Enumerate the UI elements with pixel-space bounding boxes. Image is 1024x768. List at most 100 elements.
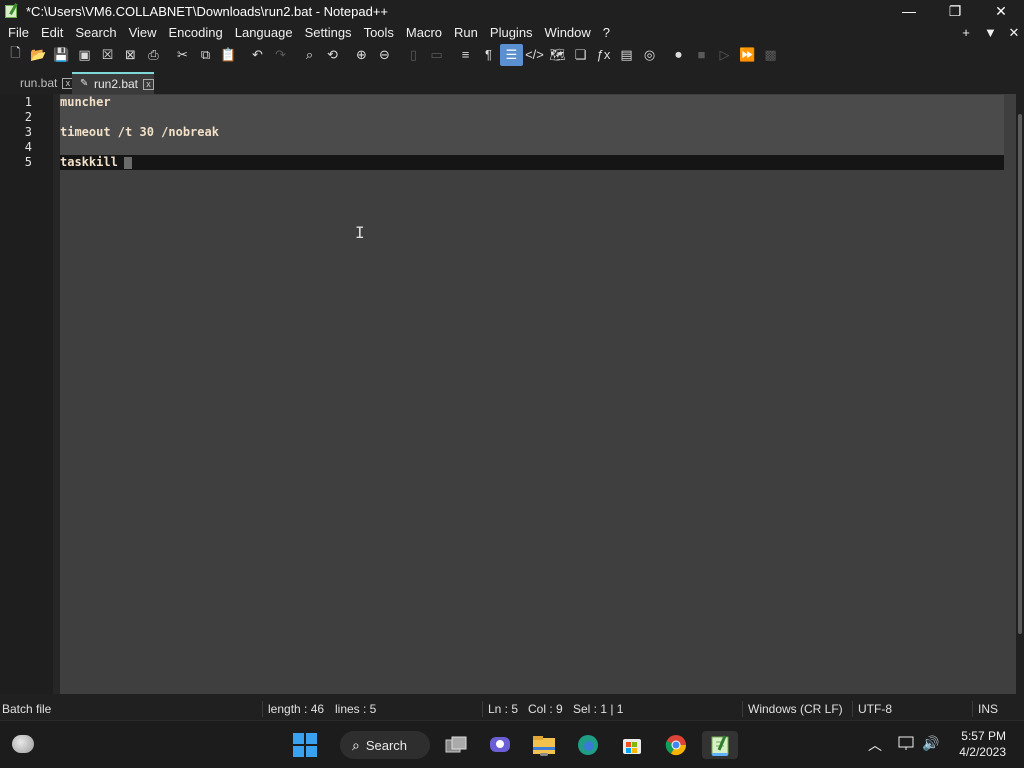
text-area[interactable]: muncher timeout /t 30 /nobreak taskkill [60,94,1004,694]
show-all-chars-icon[interactable]: ¶ [477,44,500,66]
menu-window[interactable]: Window [539,22,597,43]
pencil-icon: ✎ [80,78,89,89]
scroll-thumb[interactable] [1018,114,1022,634]
zoom-out-icon[interactable]: ⊖ [373,44,396,66]
xml-tag-icon[interactable]: </> [523,44,546,66]
menu-right-controls: + ▼ ✕ [960,22,1020,43]
menu-edit[interactable]: Edit [35,22,69,43]
status-col: Col : 9 [528,702,563,716]
menu-tools[interactable]: Tools [358,22,400,43]
search-icon: ⌕ [352,736,360,753]
open-file-icon[interactable]: 📂 [27,44,50,66]
status-sel: Sel : 1 | 1 [573,702,624,716]
tab-run-bat[interactable]: run.bat x [12,72,74,94]
folder-as-workspace-icon[interactable]: ◎ [638,44,661,66]
close-all-icon[interactable]: ⊠ [119,44,142,66]
indent-guide-icon[interactable]: ☰ [500,43,523,66]
status-filetype: Batch file [2,702,52,716]
window-title: *C:\Users\VM6.COLLABNET\Downloads\run2.b… [26,3,389,19]
vertical-scrollbar[interactable] [1016,94,1024,694]
notepadpp-icon [4,3,20,19]
copy-icon[interactable]: ⧉ [194,44,217,66]
line-number-gutter: 1 2 3 4 5 [0,94,58,694]
microsoft-store-icon[interactable] [618,731,646,759]
tab-list-button[interactable]: ▼ [984,25,997,40]
tab-label: run2.bat [93,77,139,91]
tab-bar: run.bat x ✎ run2.bat x [0,70,1024,94]
code-line[interactable]: taskkill [60,155,118,169]
file-explorer-icon[interactable] [530,731,558,759]
new-file-icon[interactable]: 🗋 [4,44,27,66]
notepadpp-taskbar-icon[interactable] [702,731,738,759]
print-icon[interactable]: ⎙ [142,44,165,66]
menu-bar: File Edit Search View Encoding Language … [0,22,1024,43]
menu-search[interactable]: Search [69,22,122,43]
teams-chat-icon[interactable] [486,731,514,759]
close-icon[interactable]: ☒ [96,44,119,66]
save-macro-icon[interactable]: ▩ [759,44,782,66]
menu-help[interactable]: ? [597,22,616,43]
undo-icon[interactable]: ↶ [246,44,269,66]
new-tab-button[interactable]: + [960,25,972,40]
current-line-highlight [60,155,1004,170]
code-line[interactable]: timeout /t 30 /nobreak [60,125,219,139]
word-wrap-icon[interactable]: ≡ [454,44,477,66]
menu-plugins[interactable]: Plugins [484,22,539,43]
document-map-icon[interactable]: 🗺 [546,44,569,66]
status-mode[interactable]: INS [978,702,998,716]
volume-icon[interactable]: 🔊 [922,735,939,752]
menu-file[interactable]: File [0,22,35,43]
save-icon[interactable]: 💾 [50,44,73,66]
text-caret [124,157,132,169]
taskbar-search-button[interactable]: ⌕ Search [340,731,430,759]
monitor-icon[interactable]: ▤ [615,44,638,66]
status-encoding[interactable]: UTF-8 [858,702,892,716]
replace-icon[interactable]: ⟲ [321,44,344,66]
paste-icon[interactable]: 📋 [217,44,240,66]
clock-time: 5:57 PM [961,729,1006,743]
toolbar: 🗋 📂 💾 ▣ ☒ ⊠ ⎙ ✂ ⧉ 📋 ↶ ↷ ⌕ ⟲ ⊕ ⊖ ▯ ▭ ≡ ¶ … [0,43,1024,66]
network-icon[interactable] [898,735,916,754]
chrome-icon[interactable] [662,731,690,759]
tab-label: run.bat [20,76,58,90]
status-eol[interactable]: Windows (CR LF) [748,702,843,716]
maximize-button[interactable]: ❐ [932,0,978,22]
tab-run2-bat[interactable]: ✎ run2.bat x [72,72,154,94]
edge-browser-icon[interactable] [574,731,602,759]
show-hidden-icons-chevron-icon[interactable]: ︿ [868,735,882,755]
menu-macro[interactable]: Macro [400,22,448,43]
line-number: 4 [24,140,32,154]
close-document-button[interactable]: ✕ [1008,25,1020,41]
sync-vertical-icon[interactable]: ▯ [402,44,425,66]
menu-language[interactable]: Language [229,22,299,43]
start-icon[interactable] [293,733,317,757]
line-number: 2 [24,110,32,124]
stop-record-icon[interactable]: ■ [690,44,713,66]
fold-margin[interactable] [53,94,60,694]
system-clock[interactable]: 5:57 PM 4/2/2023 [959,728,1006,760]
sync-horizontal-icon[interactable]: ▭ [425,44,448,66]
editor-pane[interactable]: 1 2 3 4 5 muncher timeout /t 30 /nobreak… [0,94,1016,694]
function-list-icon[interactable]: ƒx [592,44,615,66]
minimize-button[interactable]: — [886,0,932,22]
line-number: 1 [24,95,32,109]
menu-encoding[interactable]: Encoding [163,22,229,43]
weather-icon[interactable] [12,735,34,753]
zoom-in-icon[interactable]: ⊕ [350,44,373,66]
menu-run[interactable]: Run [448,22,484,43]
find-icon[interactable]: ⌕ [298,44,321,66]
code-line[interactable]: muncher [60,95,111,109]
menu-settings[interactable]: Settings [299,22,358,43]
save-all-icon[interactable]: ▣ [73,44,96,66]
tab-close-icon[interactable]: x [143,78,154,90]
menu-view[interactable]: View [123,22,163,43]
cut-icon[interactable]: ✂ [171,44,194,66]
run-macro-multiple-icon[interactable]: ⏩ [736,44,759,66]
document-list-icon[interactable]: ❏ [569,44,592,66]
close-button[interactable]: ✕ [978,0,1024,22]
redo-icon[interactable]: ↷ [269,44,292,66]
task-view-icon[interactable] [442,731,470,759]
line-number: 5 [24,155,32,169]
play-macro-icon[interactable]: ▷ [713,44,736,66]
record-macro-icon[interactable]: ⏺ [667,44,690,66]
